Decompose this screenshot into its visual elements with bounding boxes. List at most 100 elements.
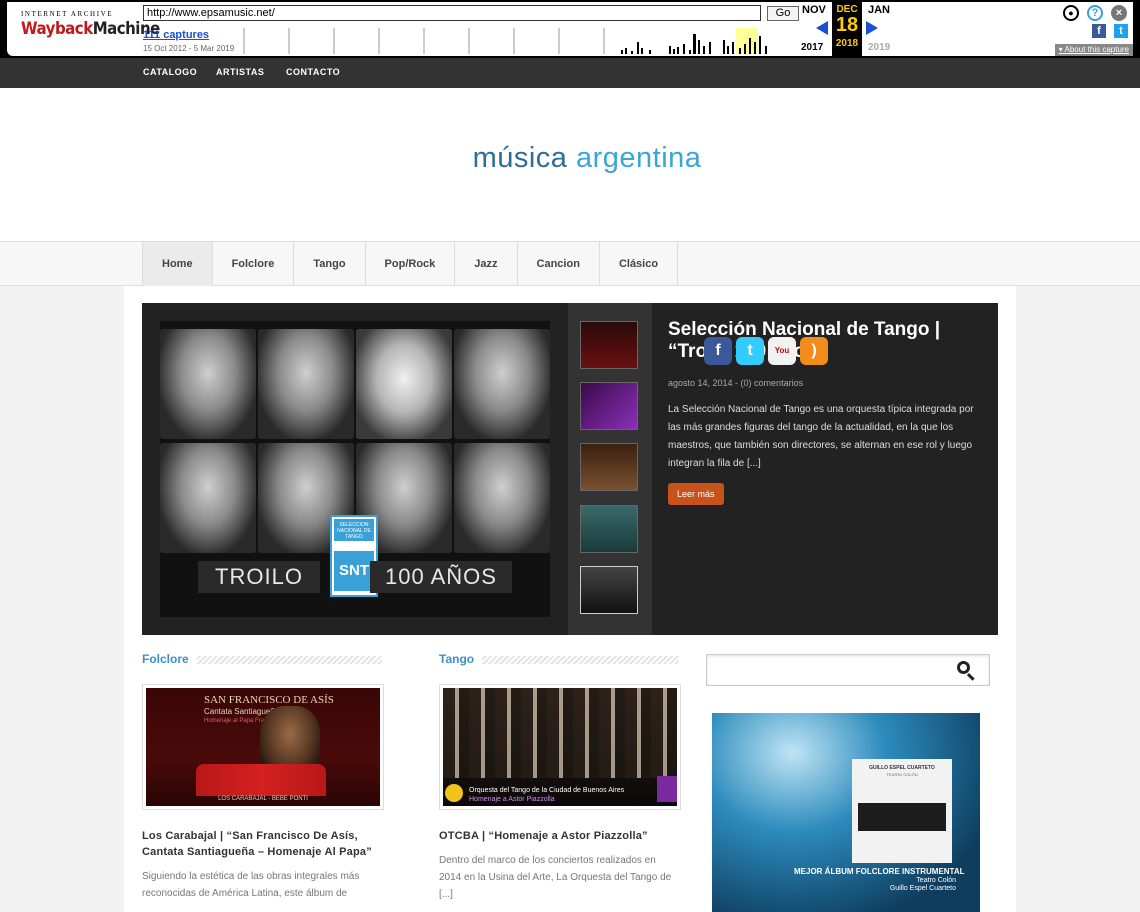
read-more-button[interactable]: Leer más <box>668 483 724 505</box>
wayback-current-year: 2018 <box>835 38 859 49</box>
musician-photo <box>454 329 550 439</box>
top-nav-artistas[interactable]: ARTISTAS <box>216 58 264 86</box>
slider-thumbnail[interactable] <box>580 321 638 369</box>
twitter-icon[interactable]: t <box>1114 24 1128 38</box>
album-footer: LOS CARABAJAL - BEBE PONTI <box>218 796 308 802</box>
disc-badge-icon <box>445 784 463 802</box>
wayback-logo[interactable]: INTERNET ARCHIVE WaybackMachine <box>21 10 160 39</box>
post-excerpt: Siguiendo la estética de las obras integ… <box>142 871 360 899</box>
post-thumbnail[interactable]: Orquesta del Tango de la Ciudad de Bueno… <box>439 684 681 810</box>
wayback-prev-year[interactable]: 2017 <box>801 42 823 53</box>
column-heading: Tango <box>439 650 679 668</box>
site-title[interactable]: música argentina <box>0 142 1140 175</box>
post-thumbnail-image: Orquesta del Tango de la Ciudad de Bueno… <box>443 688 677 806</box>
slider-thumbnail[interactable] <box>580 566 638 614</box>
main-content: TROILO SELECCION NACIONAL DE TANGO SNT 1… <box>124 286 1016 912</box>
about-capture-label: About this capture <box>1064 45 1129 54</box>
ad-title: MEJOR ÁLBUM FOLCLORE INSTRUMENTAL <box>794 867 965 876</box>
wayback-logo-a: Wayback <box>21 17 93 39</box>
featured-slide-excerpt: La Selección Nacional de Tango es una or… <box>668 404 974 469</box>
slider-thumbnail[interactable] <box>580 443 638 491</box>
top-nav: CATALOGO ARTISTAS CONTACTO <box>0 58 1140 88</box>
site-title-a: música <box>472 142 568 174</box>
ad-group: Guillo Espel Cuarteto <box>889 885 956 892</box>
ad-album-head: GUILLO ESPEL CUARTETO <box>869 765 935 771</box>
wayback-toolbar: INTERNET ARCHIVE WaybackMachine http://w… <box>0 0 1140 58</box>
disc-label-icon <box>657 776 677 802</box>
close-icon[interactable]: × <box>1111 5 1127 21</box>
wayback-icon-group: ● ? × <box>1063 5 1129 21</box>
wayback-next-year: 2019 <box>868 42 891 53</box>
album-band <box>196 764 326 796</box>
orchestra-subcaption: Homenaje a Astor Piazzolla <box>469 796 555 803</box>
slider-thumbnail[interactable] <box>580 382 638 430</box>
featured-slide-meta: agosto 14, 2014 - (0) comentarios <box>668 378 804 388</box>
musician-photo <box>160 329 256 439</box>
folclore-column: Folclore SAN FRANCISCO DE ASÍS Cantata S… <box>142 650 384 902</box>
column-heading: Folclore <box>142 650 382 668</box>
wayback-captures-link[interactable]: 111 captures <box>143 29 209 41</box>
social-icons: f t You ) <box>704 337 830 367</box>
album-title: SAN FRANCISCO DE ASÍS <box>204 694 334 706</box>
musician-photo <box>454 443 550 553</box>
tango-column: Tango Orquesta del Tango de la Ciudad de… <box>439 650 681 903</box>
category-nav: Home Folclore Tango Pop/Rock Jazz Cancio… <box>0 241 1140 286</box>
snt-badge-text: SNT <box>334 551 374 591</box>
wayback-toolbar-inner: INTERNET ARCHIVE WaybackMachine http://w… <box>7 2 1133 56</box>
search-icon[interactable] <box>957 661 977 681</box>
musician-photo <box>258 329 354 439</box>
column-heading-label[interactable]: Tango <box>439 652 483 666</box>
wayback-prev-arrow-icon[interactable] <box>816 21 828 35</box>
ad-venue: Teatro Colón <box>916 877 956 884</box>
wayback-date-range: 15 Oct 2012 - 5 Mar 2019 <box>143 44 235 53</box>
wayback-go-button[interactable]: Go <box>767 6 799 21</box>
ad-album-photo <box>858 803 946 831</box>
search-icon-handle <box>966 673 975 681</box>
wayback-logo-main: WaybackMachine <box>21 17 160 39</box>
wayback-url-input[interactable]: http://www.epsamusic.net/ <box>143 5 761 21</box>
category-nav-cancion[interactable]: Cancion <box>518 242 600 286</box>
about-capture-link[interactable]: ▾ About this capture <box>1054 44 1133 56</box>
musician-photo <box>356 329 452 439</box>
wayback-next-arrow-icon[interactable] <box>866 21 878 35</box>
post-title[interactable]: OTCBA | “Homenaje a Astor Piazzolla” <box>439 828 679 844</box>
wayback-calendar-nav: NOV DEC 18 2018 JAN 2017 2019 <box>799 2 909 56</box>
twitter-icon[interactable]: t <box>736 337 764 365</box>
top-nav-contacto[interactable]: CONTACTO <box>286 58 340 86</box>
facebook-icon[interactable]: f <box>704 337 732 365</box>
category-nav-jazz[interactable]: Jazz <box>455 242 518 286</box>
post-thumbnail[interactable]: SAN FRANCISCO DE ASÍS Cantata Santiagueñ… <box>142 684 384 810</box>
wayback-capture-sparkline[interactable] <box>239 28 789 54</box>
help-icon[interactable]: ? <box>1087 5 1103 21</box>
featured-slider: TROILO SELECCION NACIONAL DE TANGO SNT 1… <box>142 303 998 635</box>
ad-album-cover: GUILLO ESPEL CUARTETO TEATRO COLÓN <box>852 759 952 863</box>
wayback-next-month[interactable]: JAN <box>868 4 890 16</box>
category-nav-list: Home Folclore Tango Pop/Rock Jazz Cancio… <box>142 242 679 286</box>
slider-thumbnail[interactable] <box>580 505 638 553</box>
rss-icon[interactable]: ) <box>800 337 828 365</box>
user-icon[interactable]: ● <box>1063 5 1079 21</box>
slide-banner-right: 100 AÑOS <box>370 561 512 593</box>
category-nav-folclore[interactable]: Folclore <box>213 242 295 286</box>
wayback-prev-month[interactable]: NOV <box>802 4 826 16</box>
sidebar-ad[interactable]: GUILLO ESPEL CUARTETO TEATRO COLÓN MEJOR… <box>712 713 980 912</box>
musician-photo <box>160 443 256 553</box>
snt-badge-top: SELECCION NACIONAL DE TANGO <box>334 519 374 541</box>
post-title[interactable]: Los Carabajal | “San Francisco De Asís, … <box>142 828 382 860</box>
youtube-icon[interactable]: You <box>768 337 796 365</box>
site-header: música argentina <box>0 88 1140 242</box>
wayback-current-date: DEC 18 2018 <box>832 2 862 56</box>
category-nav-clasico[interactable]: Clásico <box>600 242 679 286</box>
search-input[interactable] <box>706 654 990 686</box>
top-nav-catalogo[interactable]: CATALOGO <box>143 58 197 86</box>
category-nav-tango[interactable]: Tango <box>294 242 366 286</box>
slide-banner-left: TROILO <box>198 561 320 593</box>
post-excerpt: Dentro del marco de los conciertos reali… <box>439 855 672 900</box>
facebook-icon[interactable]: f <box>1092 24 1106 38</box>
ad-album-sub: TEATRO COLÓN <box>886 772 918 777</box>
featured-slide-image[interactable]: TROILO SELECCION NACIONAL DE TANGO SNT 1… <box>160 321 550 617</box>
column-heading-label[interactable]: Folclore <box>142 652 197 666</box>
category-nav-pop-rock[interactable]: Pop/Rock <box>366 242 456 286</box>
orchestra-photo <box>443 688 677 778</box>
category-nav-home[interactable]: Home <box>143 242 213 286</box>
